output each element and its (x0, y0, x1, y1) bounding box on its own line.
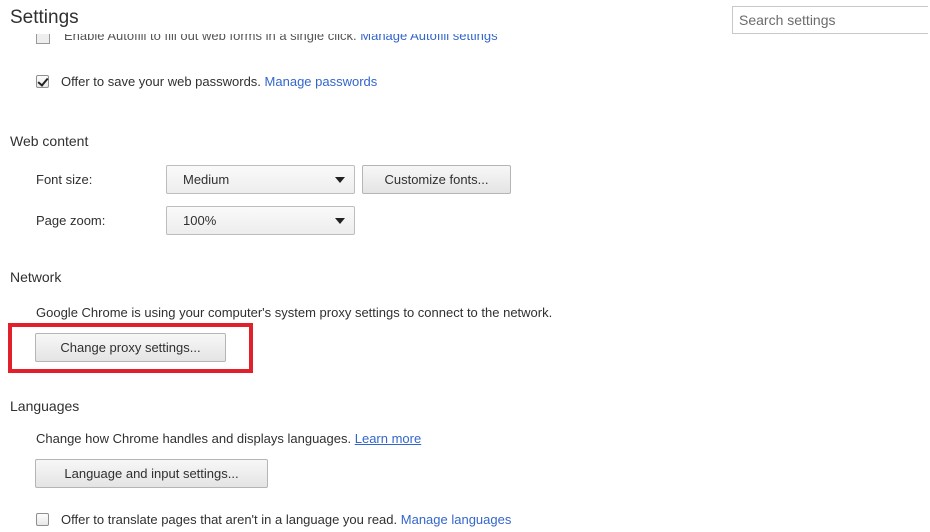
font-size-select[interactable]: Medium (166, 165, 355, 194)
languages-description-row: Change how Chrome handles and displays l… (36, 431, 421, 446)
web-content-section-title: Web content (10, 133, 89, 149)
dropdown-arrow-icon (335, 177, 345, 183)
offer-save-passwords-checkbox[interactable] (36, 75, 49, 88)
offer-translate-label: Offer to translate pages that aren't in … (61, 512, 398, 527)
offer-translate-checkbox[interactable] (36, 513, 49, 526)
offer-translate-row: Offer to translate pages that aren't in … (36, 512, 511, 527)
customize-fonts-button[interactable]: Customize fonts... (362, 165, 511, 194)
network-section-title: Network (10, 269, 62, 285)
font-size-label: Font size: (36, 172, 93, 187)
page-title: Settings (10, 7, 79, 28)
font-size-value: Medium (183, 172, 230, 187)
settings-page: Settings Enable Autofill to fill out web… (0, 0, 930, 532)
search-input[interactable] (732, 6, 928, 34)
languages-description: Change how Chrome handles and displays l… (36, 431, 352, 446)
learn-more-link[interactable]: Learn more (355, 431, 421, 446)
manage-passwords-link[interactable]: Manage passwords (265, 74, 378, 89)
offer-save-passwords-label: Offer to save your web passwords. (61, 74, 261, 89)
dropdown-arrow-icon (335, 218, 345, 224)
language-input-settings-button[interactable]: Language and input settings... (35, 459, 268, 488)
languages-section-title: Languages (10, 398, 80, 414)
change-proxy-settings-button[interactable]: Change proxy settings... (35, 333, 226, 362)
manage-languages-link[interactable]: Manage languages (401, 512, 512, 527)
page-zoom-label: Page zoom: (36, 213, 106, 228)
page-zoom-select[interactable]: 100% (166, 206, 355, 235)
page-zoom-value: 100% (183, 213, 217, 228)
offer-save-passwords-row: Offer to save your web passwords. Manage… (36, 74, 377, 89)
autofill-checkbox[interactable] (36, 34, 50, 44)
network-description: Google Chrome is using your computer's s… (36, 305, 553, 320)
autofill-row-clipped: Enable Autofill to fill out web forms in… (36, 34, 636, 45)
manage-autofill-link[interactable]: Manage Autofill settings (360, 34, 497, 43)
autofill-label: Enable Autofill to fill out web forms in… (64, 34, 357, 43)
